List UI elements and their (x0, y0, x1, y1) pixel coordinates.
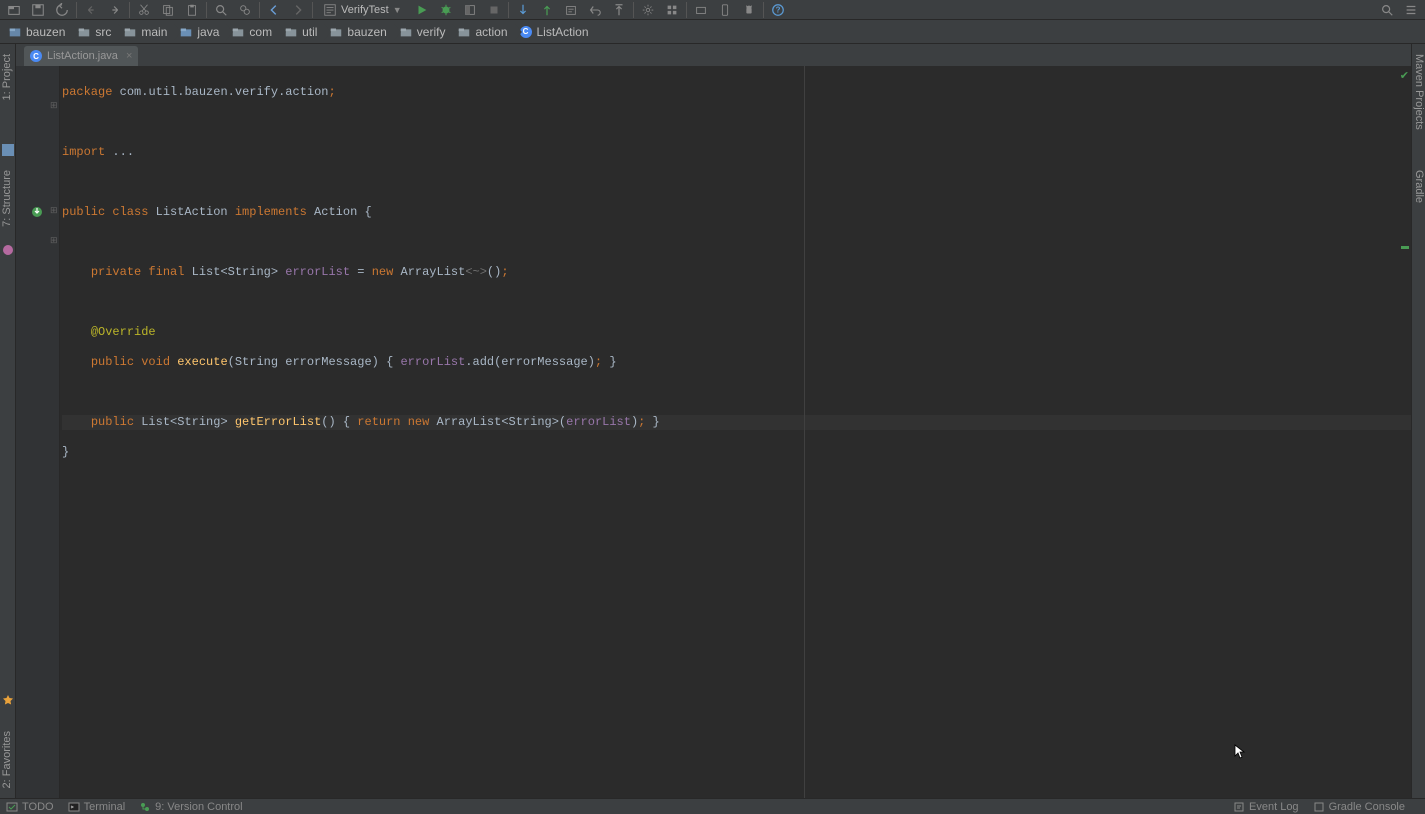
open-icon[interactable] (2, 1, 26, 19)
terminal-icon (68, 801, 80, 813)
undo-icon[interactable] (79, 1, 103, 19)
structure-icon[interactable] (660, 1, 684, 19)
favorites-badge-icon (2, 694, 14, 706)
avd-icon[interactable] (713, 1, 737, 19)
sync-icon[interactable] (50, 1, 74, 19)
svg-text:?: ? (775, 5, 780, 14)
breadcrumb-item-folder[interactable]: main (119, 22, 175, 42)
cut-icon[interactable] (132, 1, 156, 19)
file-tab-label: ListAction.java (47, 50, 118, 62)
folder-icon (179, 25, 193, 39)
vcs-commit-icon[interactable] (535, 1, 559, 19)
inspection-ok-icon[interactable]: ✔ (1400, 70, 1409, 85)
vcs-update-icon[interactable] (511, 1, 535, 19)
chevron-down-icon: ▼ (393, 5, 402, 15)
maven-tool-tab[interactable]: Maven Projects (1412, 48, 1425, 136)
run-config-label: VerifyTest (341, 4, 389, 16)
project-badge-icon (2, 144, 14, 156)
right-tool-gutter: Maven Projects Gradle (1411, 44, 1425, 798)
terminal-tool-button[interactable]: Terminal (68, 801, 126, 813)
back-icon[interactable] (262, 1, 286, 19)
class-icon: C (30, 50, 42, 62)
folder-icon (123, 25, 137, 39)
menu-icon[interactable] (1399, 1, 1423, 19)
vcs-icon (139, 801, 151, 813)
code-content[interactable]: package com.util.bauzen.verify.action; i… (60, 66, 1411, 798)
editor-tab-bar: C ListAction.java × (16, 44, 1411, 66)
breadcrumb-bar: bauzen src main java com util bauzen ver… (0, 20, 1425, 44)
run-config-selector[interactable]: VerifyTest ▼ (319, 1, 406, 19)
debug-icon[interactable] (434, 1, 458, 19)
event-log-button[interactable]: Event Log (1233, 801, 1299, 813)
status-bar: TODO Terminal 9: Version Control Event L… (0, 798, 1425, 814)
gradle-console-icon (1313, 801, 1325, 813)
fold-icon[interactable]: ⊞ (50, 235, 58, 246)
breadcrumb-item-folder[interactable]: java (175, 22, 227, 42)
folder-icon (399, 25, 413, 39)
replace-icon[interactable] (233, 1, 257, 19)
breadcrumb-item-folder[interactable]: verify (395, 22, 454, 42)
override-icon[interactable] (30, 205, 44, 219)
android-icon[interactable] (737, 1, 761, 19)
paste-icon[interactable] (180, 1, 204, 19)
breadcrumb-item-folder[interactable]: action (453, 22, 515, 42)
fold-icon[interactable]: ⊞ (50, 100, 58, 111)
folder-icon (284, 25, 298, 39)
stop-icon[interactable] (482, 1, 506, 19)
breadcrumb-item-folder[interactable]: src (73, 22, 119, 42)
search-icon[interactable] (1375, 1, 1399, 19)
module-icon (8, 25, 22, 39)
save-icon[interactable] (26, 1, 50, 19)
gradle-console-button[interactable]: Gradle Console (1313, 801, 1405, 813)
close-tab-icon[interactable]: × (126, 50, 132, 62)
breadcrumb-item-class[interactable]: C ListAction (516, 22, 597, 42)
folder-icon (457, 25, 471, 39)
run-icon[interactable] (410, 1, 434, 19)
folder-icon (231, 25, 245, 39)
right-margin-line (804, 66, 805, 798)
fold-icon[interactable]: ⊞ (50, 205, 58, 216)
gradle-tool-tab[interactable]: Gradle (1412, 164, 1425, 209)
sdk-icon[interactable] (689, 1, 713, 19)
project-tool-tab[interactable]: 1: Project (0, 48, 14, 106)
breadcrumb-item-folder[interactable]: bauzen (325, 22, 394, 42)
vcs-history-icon[interactable] (559, 1, 583, 19)
breadcrumb-item-module[interactable]: bauzen (4, 22, 73, 42)
main-toolbar: VerifyTest ▼ ? (0, 0, 1425, 20)
vcs-revert-icon[interactable] (583, 1, 607, 19)
structure-tool-tab[interactable]: 7: Structure (0, 164, 14, 233)
file-tab-listaction[interactable]: C ListAction.java × (24, 46, 138, 66)
structure-badge-icon (2, 244, 14, 256)
folder-icon (329, 25, 343, 39)
help-icon[interactable]: ? (766, 1, 790, 19)
breadcrumb-item-folder[interactable]: com (227, 22, 280, 42)
event-log-icon (1233, 801, 1245, 813)
folder-icon (77, 25, 91, 39)
coverage-icon[interactable] (458, 1, 482, 19)
editor-gutter: ⊞ ⊞ ⊞ (16, 66, 60, 798)
vcs-push-icon[interactable] (607, 1, 631, 19)
code-editor[interactable]: ⊞ ⊞ ⊞ package com.util.bauzen.verify.act… (16, 66, 1411, 798)
favorites-tool-tab[interactable]: 2: Favorites (0, 725, 14, 794)
find-icon[interactable] (209, 1, 233, 19)
change-marker[interactable] (1401, 246, 1409, 249)
left-tool-gutter: 1: Project 7: Structure 2: Favorites (0, 44, 16, 798)
copy-icon[interactable] (156, 1, 180, 19)
todo-tool-button[interactable]: TODO (6, 801, 54, 813)
forward-icon[interactable] (286, 1, 310, 19)
vcs-tool-button[interactable]: 9: Version Control (139, 801, 242, 813)
redo-icon[interactable] (103, 1, 127, 19)
settings-icon[interactable] (636, 1, 660, 19)
breadcrumb-item-folder[interactable]: util (280, 22, 325, 42)
todo-icon (6, 801, 18, 813)
